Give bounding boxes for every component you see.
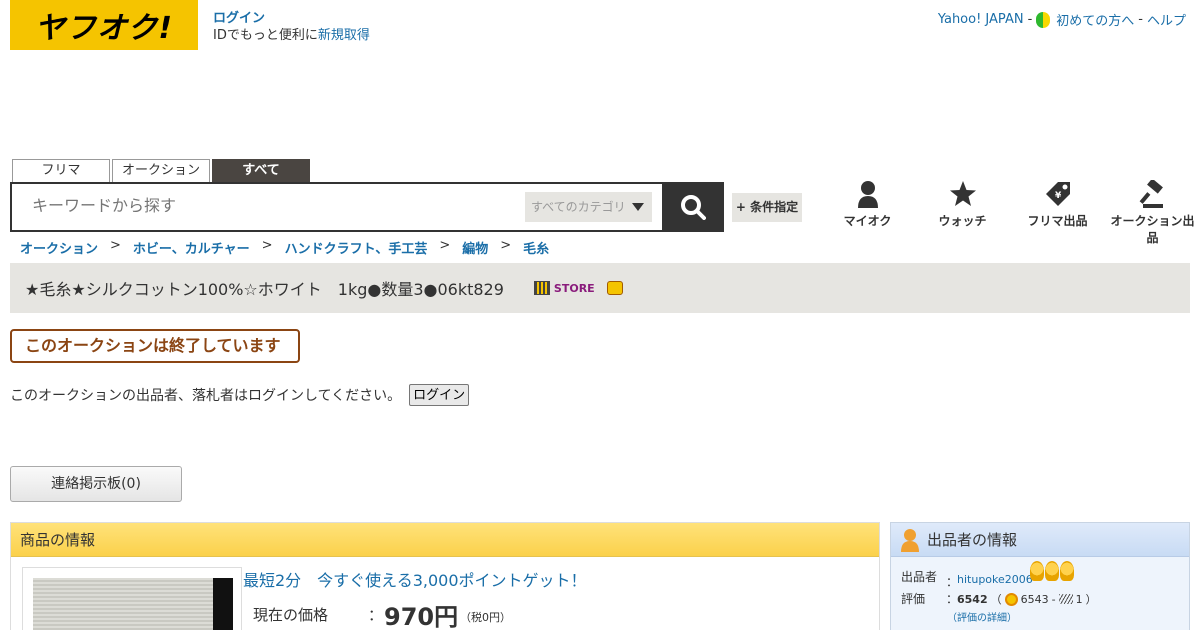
auction-ended-notice: このオークションは終了しています [10,329,300,363]
seller-info-panel: 出品者の情報 出品者 ： hitupoke2006 評価 ： 6542 （ 65… [890,522,1190,630]
beginner-link[interactable]: 初めての方へ [1056,10,1134,29]
category-select[interactable]: すべてのカテゴリ [525,192,652,222]
login-link[interactable]: ログイン [213,11,265,26]
search-tabs: フリマ オークション すべて [12,159,310,183]
rank-star-icon [1060,561,1074,581]
store-badge: STORE [533,281,595,295]
positive-sun-icon [1004,592,1018,606]
breadcrumb-item[interactable]: ホビー、カルチャー [133,238,250,257]
product-info-heading: 商品の情報 [11,523,879,557]
person-icon [857,181,878,208]
search-icon [681,195,706,220]
signup-prefix: IDでもっと便利に [213,28,318,43]
category-select-value: すべてのカテゴリ [531,200,626,214]
search-input[interactable] [32,184,512,230]
logo-text: ヤフオク! [34,11,174,46]
breadcrumb-separator: > [500,238,512,253]
store-badge-label: STORE [553,281,595,295]
help-link[interactable]: ヘルプ [1147,10,1186,29]
nav-furima-listing[interactable]: ¥ フリマ出品 [1010,178,1105,246]
product-info-panel: 商品の情報 最短2分 今すぐ使える3,000ポイントゲット！ 現在の価格 ： 9… [10,522,880,630]
signup-link[interactable]: 新規取得 [318,28,370,43]
condition-button[interactable]: + 条件指定 [732,193,802,222]
top-links: Yahoo! JAPAN - 初めての方へ - ヘルプ [938,10,1186,29]
separator: - [1138,12,1143,27]
login-note-text: このオークションの出品者、落札者はログインしてください。 [10,388,402,404]
rating-label: 評価 [901,592,926,606]
search-button[interactable] [662,182,724,232]
seller-person-icon [901,529,919,552]
price-tax: （税0円） [460,611,511,624]
price-label: 現在の価格 [253,606,329,624]
contact-board-button[interactable]: 連絡掲示板(0) [10,466,182,502]
breadcrumb-separator: > [439,238,451,253]
tab-auction[interactable]: オークション [112,159,210,183]
rating-negative: 1 [1075,592,1083,606]
rank-star-icon [1045,561,1059,581]
seller-info-title: 出品者の情報 [927,531,1018,549]
breadcrumb-item[interactable]: オークション [20,238,98,257]
rating-total: 6542 [957,592,988,606]
login-box: ログイン IDでもっと便利に新規取得 [213,10,370,44]
breadcrumb-separator: > [110,238,121,253]
gavel-icon [1139,180,1163,208]
rating-detail-link[interactable]: （評価の詳細） [947,609,1017,624]
store-icon [533,281,550,295]
negative-rain-icon [1058,594,1073,604]
nav-auction-listing[interactable]: オークション出品 [1105,178,1200,246]
breadcrumb-item[interactable]: ハンドクラフト、手工芸 [285,238,428,257]
rating-summary: 6542 （ 6543 - 1 ） [957,591,1097,607]
tab-furima[interactable]: フリマ [12,159,110,183]
breadcrumb-separator: > [261,238,273,253]
nav-label: オークション出品 [1110,214,1195,245]
breadcrumb: オークション > ホビー、カルチャー > ハンドクラフト、手工芸 > 編物 > … [20,238,549,257]
nav-icons: マイオク ウォッチ ¥ フリマ出品 オークション出品 [820,178,1200,246]
nav-label: ウォッチ [938,214,987,228]
chevron-down-icon [632,203,644,211]
seller-label: 出品者 [901,570,938,584]
search-box: すべてのカテゴリ [10,182,724,232]
seller-rank-stars [1030,561,1074,581]
nav-myauction[interactable]: マイオク [820,178,915,246]
yahoo-japan-link[interactable]: Yahoo! JAPAN [938,12,1024,27]
seller-name-link[interactable]: hitupoke2006 [957,573,1033,586]
nav-watch[interactable]: ウォッチ [915,178,1010,246]
tag-icon: ¥ [1045,182,1070,206]
item-title-bar: ★毛糸★シルクコットン100%☆ホワイト 1kg●数量3●06kt829 STO… [10,263,1190,313]
separator: - [1027,12,1033,27]
price-colon: ： [368,606,384,624]
login-note: このオークションの出品者、落札者はログインしてください。 ログイン [10,384,470,406]
photo-background [213,578,233,630]
seller-info-heading: 出品者の情報 [891,523,1189,557]
nav-label: フリマ出品 [1027,214,1088,228]
beginner-mark-icon [1036,11,1051,28]
yarn-photo [33,578,213,630]
paren-close: ） [1085,593,1097,606]
yahoo-auction-logo[interactable]: ヤフオク! [10,0,198,50]
rating-dash: - [1051,592,1056,606]
svg-text:¥: ¥ [1055,191,1062,201]
tab-all[interactable]: すべて [212,159,310,183]
rank-star-icon [1030,561,1044,581]
item-title: ★毛糸★シルクコットン100%☆ホワイト 1kg●数量3●06kt829 [25,280,504,299]
breadcrumb-item[interactable]: 毛糸 [523,238,549,257]
auction-hammer-icon [606,281,623,295]
breadcrumb-item[interactable]: 編物 [462,238,488,257]
paren-open: （ [990,593,1002,606]
points-promo-link[interactable]: 最短2分 今すぐ使える3,000ポイントゲット！ [243,567,587,591]
nav-label: マイオク [843,214,892,228]
rating-positive: 6543 [1020,592,1049,606]
product-image[interactable] [22,567,242,630]
current-price: 970円 [384,603,459,630]
star-icon [949,181,976,206]
login-button[interactable]: ログイン [409,384,470,406]
